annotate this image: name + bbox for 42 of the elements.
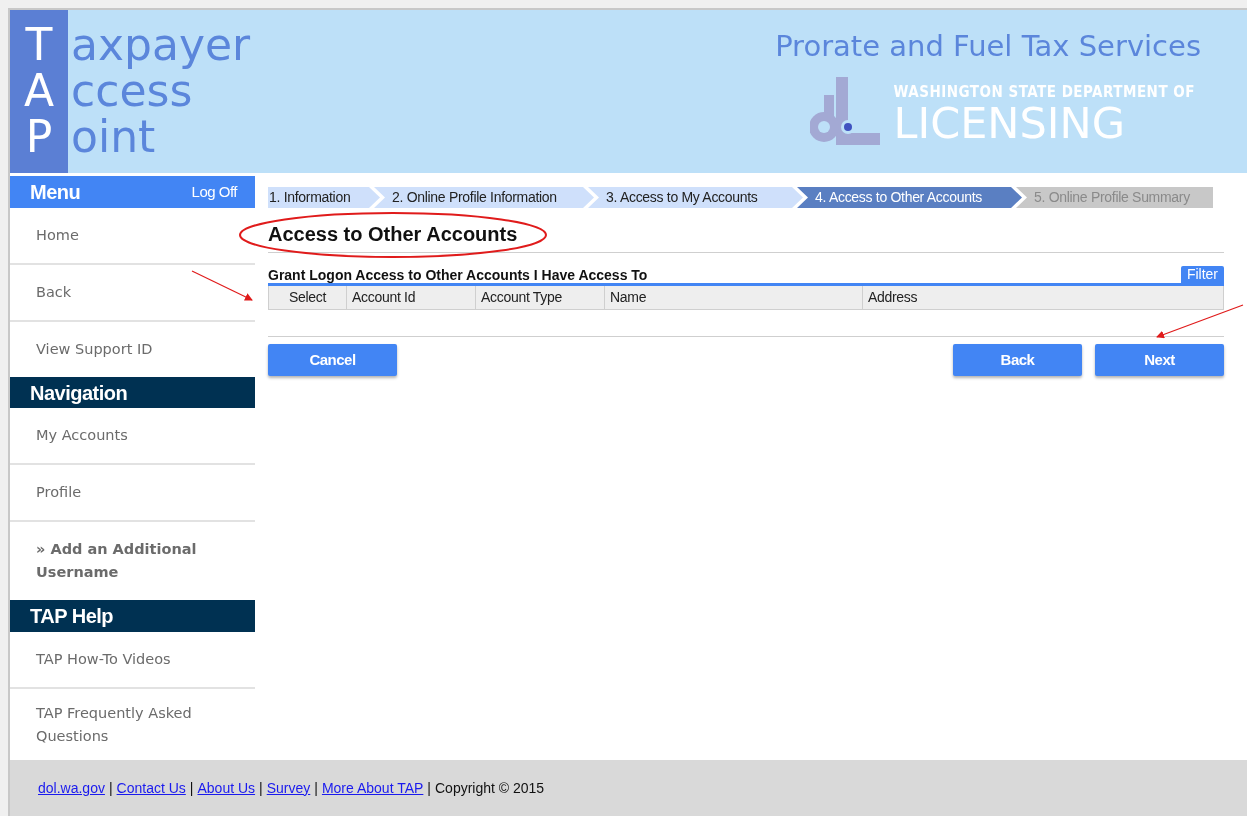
separator: | [189,778,194,798]
logo-word: axpayer [70,22,251,68]
wizard-step: 5. Online Profile Summary [1016,187,1213,208]
separator: | [314,778,318,798]
action-button[interactable]: Next [1095,344,1224,376]
logo-letter: T [24,22,54,68]
agency-subtitle: WASHINGTON STATE DEPARTMENT OF [893,85,1195,100]
service-title: Prorate and Fuel Tax Services [775,32,1201,61]
footer-link[interactable]: Survey [266,777,311,799]
separator: | [259,778,263,798]
section-title: Navigation [30,380,128,406]
wizard-step: 2. Online Profile Information [374,187,594,208]
column-header: Select [269,286,347,309]
action-button[interactable]: Back [953,344,1082,376]
separator: | [427,778,431,798]
column-header: Account Id [347,286,476,309]
logo-letter: P [24,114,54,160]
footer-link[interactable]: Contact Us [116,777,186,799]
footer-link[interactable]: About Us [197,777,256,799]
wizard-step: 3. Access to My Accounts [588,187,803,208]
wizard-step: 1. Information [268,187,380,208]
agency-name: LICENSING [893,102,1126,145]
log-off-link[interactable]: Log Off [191,180,237,204]
logo-word: ccess [70,68,193,114]
page-title: Access to Other Accounts [268,224,518,244]
wizard-step: 4. Access to Other Accounts [797,187,1022,208]
footer-link[interactable]: More About TAP [321,777,424,799]
filter-button[interactable]: Filter [1180,266,1224,283]
section-title: TAP Help [30,604,114,630]
annotation-arrow [191,270,253,301]
column-header: Address [867,288,919,307]
copyright-text: Copyright © 2015 [435,778,545,798]
column-header: Name [605,286,863,309]
separator: | [108,778,113,798]
grid-caption: Grant Logon Access to Other Accounts I Have Access To [268,267,648,283]
agency-logo-icon [809,77,882,145]
section-title: Menu [30,179,81,205]
column-header: Account Type [476,286,605,309]
footer-link[interactable]: dol.wa.gov [38,777,105,799]
logo-word: oint [70,114,157,160]
logo-letter: A [22,68,56,114]
action-button[interactable]: Cancel [268,344,397,376]
